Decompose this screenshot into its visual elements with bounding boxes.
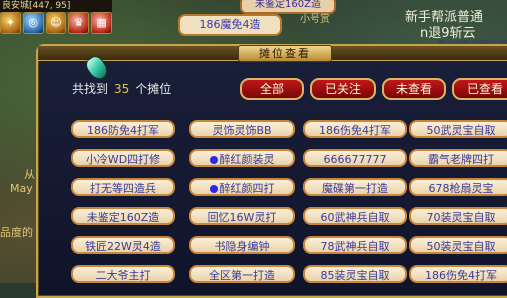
side-text-1: 从 [24, 168, 35, 181]
filter-all-button[interactable]: 全部 [240, 78, 304, 100]
trophy-icon[interactable]: ♛ [68, 12, 90, 34]
blue-dot-icon [209, 156, 218, 164]
found-summary: 共找到 35 个摊位 [72, 80, 171, 97]
stall-button[interactable]: 霸气老牌四打 [409, 149, 507, 167]
npc-title-text: 小号赏 [300, 14, 330, 25]
found-prefix: 共找到 [72, 82, 109, 96]
stall-label: 醉红颜装灵 [219, 153, 275, 166]
stall-button[interactable]: 50装灵宝自取 [409, 236, 507, 254]
stall-label: 醉红颜四打 [219, 182, 275, 195]
side-text-3: 品度的 [0, 226, 33, 239]
stall-button[interactable]: 全区第一打造 [189, 265, 295, 283]
stall-button[interactable]: 回忆16W灵打 [189, 207, 295, 225]
compass-icon[interactable]: ◎ [22, 12, 44, 34]
calendar-icon[interactable]: ▦ [91, 12, 112, 34]
filter-followed-button[interactable]: 已关注 [310, 78, 376, 100]
filter-viewed-button[interactable]: 已查看 [452, 78, 507, 100]
dialog-title: 摊位查看 [238, 45, 332, 62]
world-stall-sign[interactable]: 186魔免4造 [178, 14, 282, 36]
blue-dot-icon [209, 185, 218, 193]
stall-button[interactable]: 186伤免4打军 [303, 120, 407, 138]
gold-pouch-icon[interactable]: ✦ [0, 12, 21, 34]
stall-button[interactable]: 灵饰灵饰BB [189, 120, 295, 138]
stall-button[interactable]: 186防免4打军 [71, 120, 175, 138]
npc-name-text: n退9斩云 [420, 26, 476, 41]
stall-button[interactable]: 魔碟第一打造 [303, 178, 407, 196]
stall-button[interactable]: 50武灵宝自取 [409, 120, 507, 138]
stall-button[interactable]: 二大爷主打 [71, 265, 175, 283]
stall-button[interactable]: 70装灵宝自取 [409, 207, 507, 225]
stall-button[interactable]: 醉红颜四打 [189, 178, 295, 196]
found-count: 35 [114, 82, 130, 96]
stall-button[interactable]: 666677777 [303, 149, 407, 167]
dialog-title-bar[interactable]: 摊位查看 [38, 45, 507, 62]
found-suffix: 个摊位 [135, 82, 172, 96]
stall-button[interactable]: 书隐身编钟 [189, 236, 295, 254]
stall-button[interactable]: 85装灵宝自取 [303, 265, 407, 283]
stall-button[interactable]: 678枪扇灵宝 [409, 178, 507, 196]
stall-button[interactable]: 醉红颜装灵 [189, 149, 295, 167]
character-icon[interactable]: ☺ [45, 12, 67, 34]
stall-button[interactable]: 60武神兵自取 [303, 207, 407, 225]
side-text-2: May [10, 182, 33, 195]
stall-button[interactable]: 小冷WD四打修 [71, 149, 175, 167]
stall-view-dialog: 摊位查看 共找到 35 个摊位 全部 已关注 未查看 已查看 186防免4打军 灵饰灵… [36, 44, 507, 298]
stall-button[interactable]: 打无等四造兵 [71, 178, 175, 196]
filter-unviewed-button[interactable]: 未查看 [382, 78, 446, 100]
stall-button[interactable]: 未鉴定160Z造 [71, 207, 175, 225]
location-bar: 良安城[447, 95] [0, 0, 112, 12]
stall-button[interactable]: 186伤免4打军 [409, 265, 507, 283]
hud-toolbar: ✦ ◎ ☺ ♛ ▦ [0, 12, 112, 36]
stall-button[interactable]: 铁匠22W灵4造 [71, 236, 175, 254]
stall-button[interactable]: 78武神兵自取 [303, 236, 407, 254]
